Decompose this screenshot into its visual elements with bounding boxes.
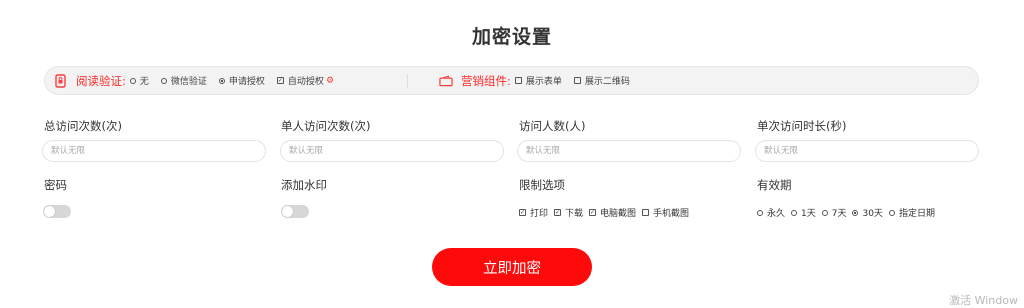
validity-custom-date-radio[interactable]: 指定日期 [888,206,935,219]
total-visits-label: 总访问次数(次) [44,119,122,133]
radio-selected-icon [218,77,225,84]
validity-label: 有效期 [757,178,792,192]
page-title: 加密设置 [471,26,552,48]
auto-auth-checkbox[interactable]: ✓ 自动授权 ⚙ [276,74,334,87]
per-user-visits-input[interactable] [280,140,504,162]
visitor-count-input[interactable] [517,140,741,162]
watermark-toggle[interactable] [281,205,309,218]
wallet-icon [439,74,453,88]
encrypt-now-button[interactable]: 立即加密 [432,248,592,286]
checkbox-checked-icon: ✓ [589,209,597,216]
read-verify-option-apply[interactable]: 申请授权 [218,74,265,87]
gear-icon[interactable]: ⚙ [326,76,334,86]
checkbox-icon [642,209,650,216]
total-visits-input[interactable] [42,140,266,162]
restrict-download-checkbox[interactable]: ✓ 下载 [554,206,583,219]
restrictions-options: ✓ 打印 ✓ 下载 ✓ 电脑截图 手机截图 [519,206,695,219]
watermark-label: 添加水印 [281,178,327,192]
restrict-phone-screenshot-checkbox[interactable]: 手机截图 [642,206,689,219]
radio-icon [791,209,798,216]
radio-icon [821,209,828,216]
read-verify-option-wechat[interactable]: 微信验证 [160,74,207,87]
radio-icon [129,77,136,84]
restrict-print-checkbox[interactable]: ✓ 打印 [519,206,548,219]
group-divider [407,74,408,88]
password-label: 密码 [44,178,67,192]
read-verify-label: 阅读验证: [76,73,126,88]
os-activation-watermark: 激活 Window [949,294,1018,307]
show-qrcode-checkbox[interactable]: 展示二维码 [573,74,630,87]
restrict-pc-screenshot-checkbox[interactable]: ✓ 电脑截图 [589,206,636,219]
visit-duration-input[interactable] [755,140,979,162]
phone-lock-icon [54,73,68,88]
toggle-knob [282,206,293,217]
read-verify-group: 阅读验证: 无 微信验证 申请授权 ✓ 自动授权 ⚙ [54,67,346,94]
show-form-checkbox[interactable]: 展示表单 [514,74,562,87]
password-toggle[interactable] [43,205,71,218]
checkbox-checked-icon: ✓ [276,77,284,84]
options-bar: 阅读验证: 无 微信验证 申请授权 ✓ 自动授权 ⚙ 营销组件: 展示表单 展示二维… [44,66,979,95]
toggle-knob [44,206,55,217]
radio-selected-icon [852,209,859,216]
visitor-count-label: 访问人数(人) [519,119,586,133]
visit-duration-label: 单次访问时长(秒) [757,119,847,133]
restrictions-label: 限制选项 [519,178,565,192]
read-verify-option-none[interactable]: 无 [129,74,149,87]
validity-7day-radio[interactable]: 7天 [821,206,846,219]
checkbox-checked-icon: ✓ [554,209,562,216]
checkbox-icon [573,77,581,84]
radio-icon [888,209,895,216]
checkbox-icon [514,77,522,84]
marketing-label: 营销组件: [461,73,511,88]
checkbox-checked-icon: ✓ [519,209,526,216]
radio-icon [757,209,763,216]
per-user-visits-label: 单人访问次数(次) [281,119,371,133]
validity-30day-radio[interactable]: 30天 [852,206,883,219]
validity-1day-radio[interactable]: 1天 [791,206,816,219]
radio-icon [160,77,167,84]
marketing-group: 营销组件: 展示表单 展示二维码 [439,67,642,94]
validity-permanent-radio[interactable]: 永久 [757,206,785,219]
validity-options: 永久 1天 7天 30天 指定日期 [757,206,941,219]
